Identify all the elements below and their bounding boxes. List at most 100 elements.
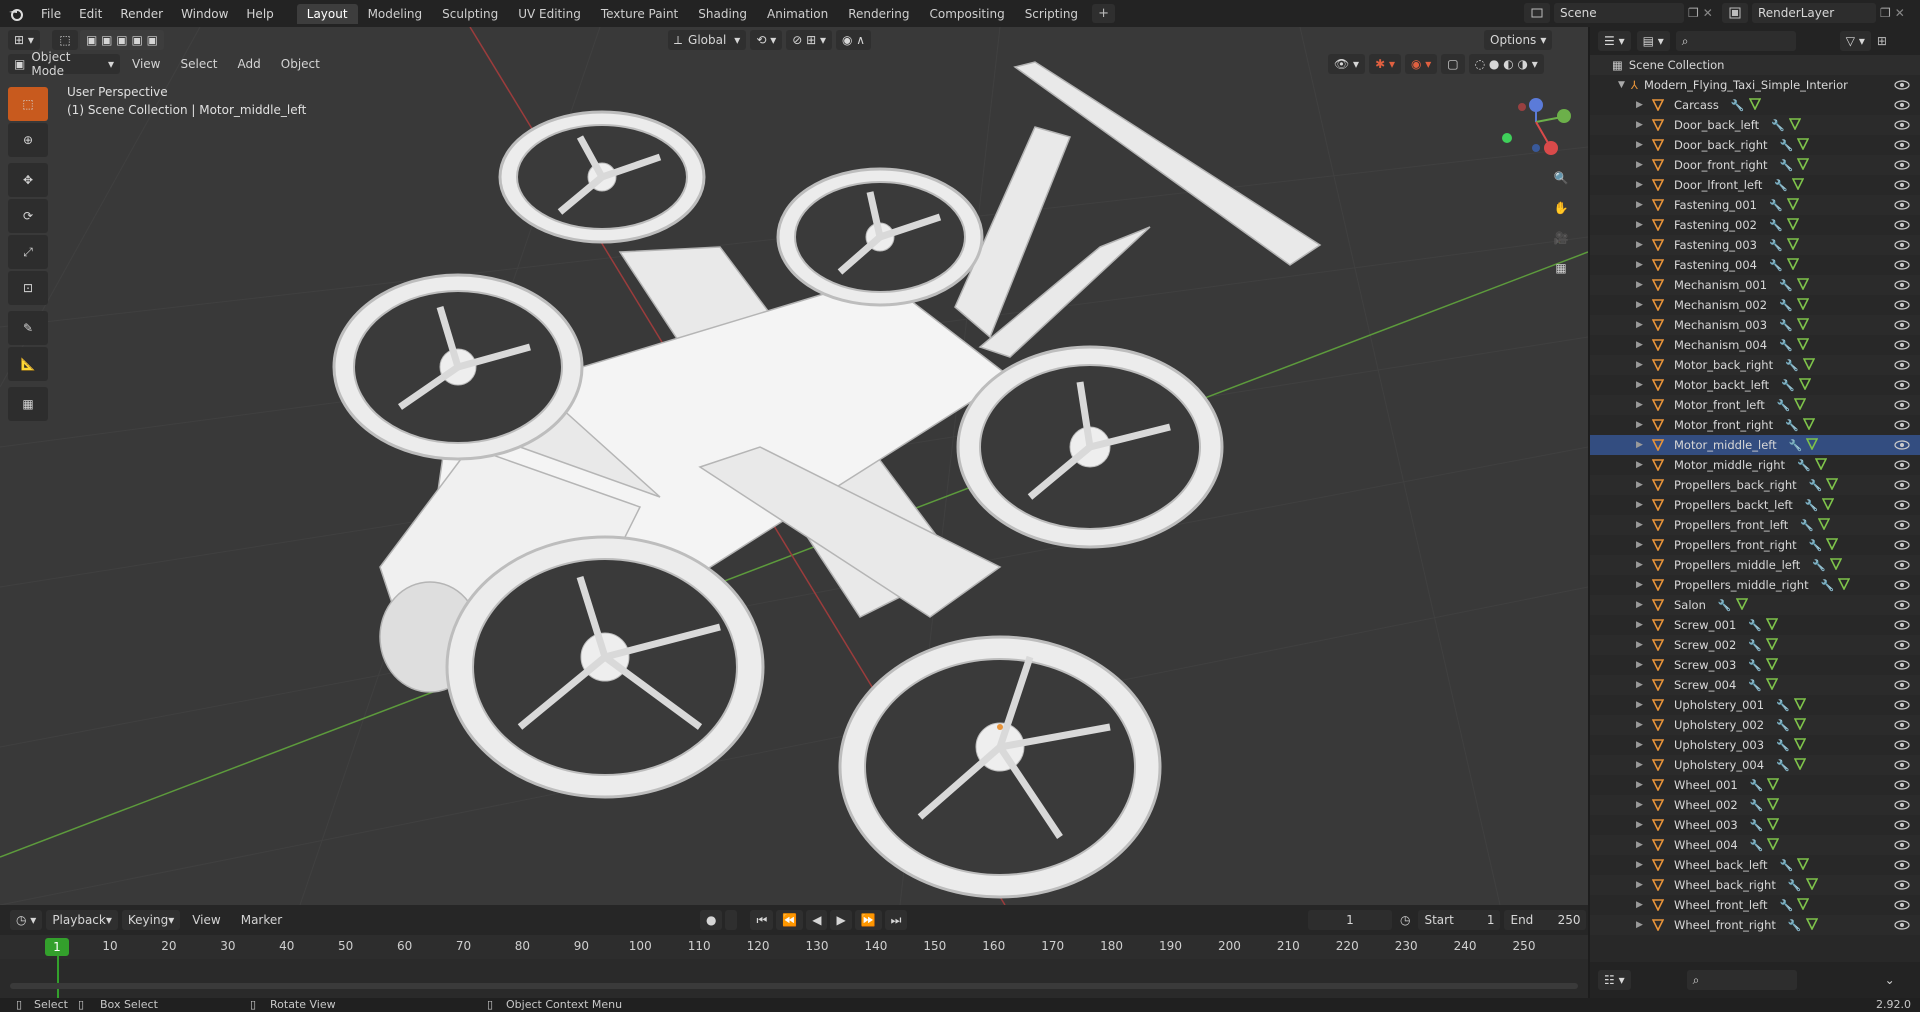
outliner-item-propellers-back-right[interactable]: ▶ Propellers_back_right 🔧 — [1590, 475, 1920, 495]
outliner-item-mechanism-001[interactable]: ▶ Mechanism_001 🔧 — [1590, 275, 1920, 295]
mesh-data-icon[interactable] — [1786, 237, 1799, 253]
current-frame-field[interactable]: 1 — [1308, 910, 1392, 930]
play-reverse-icon[interactable]: ◀ — [806, 910, 828, 930]
outliner-editor-type-button[interactable]: ☰ ▾ — [1598, 31, 1631, 51]
visibility-eye-icon[interactable] — [1894, 659, 1910, 671]
mesh-data-icon[interactable] — [1794, 397, 1807, 413]
proportional-edit-toggle[interactable]: ◉ ∧ — [836, 30, 872, 50]
outliner-item-propellers-backt-left[interactable]: ▶ Propellers_backt_left 🔧 — [1590, 495, 1920, 515]
expand-caret-icon[interactable]: ▶ — [1636, 600, 1646, 610]
chevron-down-icon[interactable]: ⌄ — [1885, 973, 1895, 987]
menu-help[interactable]: Help — [237, 7, 282, 21]
visibility-eye-icon[interactable] — [1894, 419, 1910, 431]
modifier-wrench-icon[interactable]: 🔧 — [1771, 119, 1785, 132]
modifier-wrench-icon[interactable]: 🔧 — [1779, 339, 1793, 352]
modifier-wrench-icon[interactable]: 🔧 — [1800, 519, 1814, 532]
snap-toggle[interactable]: ⊘ ⊞ ▾ — [786, 30, 832, 50]
view-layer-field[interactable]: RenderLayer — [1752, 3, 1876, 23]
scene-copy-icon[interactable]: ❐ — [1688, 6, 1699, 20]
outliner-item-fastening-004[interactable]: ▶ Fastening_004 🔧 — [1590, 255, 1920, 275]
pivot-point-dropdown[interactable]: ⟲ ▾ — [750, 30, 783, 50]
mesh-data-icon[interactable] — [1765, 617, 1779, 633]
mesh-data-icon[interactable] — [1796, 897, 1810, 913]
modifier-wrench-icon[interactable]: 🔧 — [1748, 639, 1762, 652]
visibility-eye-icon[interactable] — [1894, 319, 1910, 331]
visibility-dropdown[interactable]: 👁 ▾ — [1328, 54, 1366, 74]
filter-icon[interactable]: ▽ ▾ — [1839, 31, 1871, 51]
modifier-wrench-icon[interactable]: 🔧 — [1780, 159, 1794, 172]
expand-caret-icon[interactable]: ▶ — [1636, 160, 1646, 170]
outliner-item-motor-front-left[interactable]: ▶ Motor_front_left 🔧 — [1590, 395, 1920, 415]
visibility-eye-icon[interactable] — [1894, 579, 1910, 591]
move-tool-icon[interactable]: ✥ — [8, 163, 48, 197]
mesh-data-icon[interactable] — [1822, 497, 1835, 513]
current-frame-indicator[interactable]: 1 — [45, 938, 69, 956]
mesh-data-icon[interactable] — [1765, 677, 1779, 693]
modifier-wrench-icon[interactable]: 🔧 — [1776, 699, 1790, 712]
mesh-data-icon[interactable] — [1767, 777, 1780, 793]
mesh-data-icon[interactable] — [1793, 697, 1807, 713]
mesh-data-icon[interactable] — [1796, 337, 1810, 353]
display-mode-button[interactable]: ▤ ▾ — [1636, 31, 1670, 51]
modifier-wrench-icon[interactable]: 🔧 — [1797, 459, 1811, 472]
playback-menu[interactable]: Playback ▾ — [46, 910, 118, 930]
scene-collection-row[interactable]: ▦ Scene Collection — [1590, 55, 1920, 75]
outliner-item-salon[interactable]: ▶ Salon 🔧 — [1590, 595, 1920, 615]
modifier-wrench-icon[interactable]: 🔧 — [1774, 179, 1788, 192]
tab-sculpting[interactable]: Sculpting — [432, 4, 508, 24]
visibility-eye-icon[interactable] — [1894, 539, 1910, 551]
visibility-eye-icon[interactable] — [1894, 859, 1910, 871]
visibility-eye-icon[interactable] — [1894, 219, 1910, 231]
rotor-back-right[interactable] — [838, 635, 1162, 899]
expand-caret-icon[interactable]: ▶ — [1636, 880, 1646, 890]
shading-mode-buttons[interactable]: ◌ ● ◐ ◑ ▾ — [1468, 54, 1544, 74]
outliner-item-propellers-middle-right[interactable]: ▶ Propellers_middle_right 🔧 — [1590, 575, 1920, 595]
visibility-eye-icon[interactable] — [1894, 119, 1910, 131]
visibility-eye-icon[interactable] — [1894, 179, 1910, 191]
menu-file[interactable]: File — [32, 7, 70, 21]
mesh-data-icon[interactable] — [1748, 97, 1761, 113]
visibility-eye-icon[interactable] — [1894, 79, 1910, 91]
modifier-wrench-icon[interactable]: 🔧 — [1780, 139, 1794, 152]
visibility-eye-icon[interactable] — [1894, 159, 1910, 171]
collection-row[interactable]: ▼ ⅄ Modern_Flying_Taxi_Simple_Interior — [1590, 75, 1920, 95]
modifier-wrench-icon[interactable]: 🔧 — [1788, 919, 1802, 932]
mesh-data-icon[interactable] — [1793, 757, 1807, 773]
visibility-eye-icon[interactable] — [1894, 619, 1910, 631]
expand-caret-icon[interactable]: ▶ — [1636, 540, 1646, 550]
mesh-data-icon[interactable] — [1765, 637, 1779, 653]
expand-caret-icon[interactable]: ▶ — [1636, 660, 1646, 670]
expand-caret-icon[interactable]: ▶ — [1636, 420, 1646, 430]
tab-animation[interactable]: Animation — [757, 4, 838, 24]
new-collection-icon[interactable]: ⊞ — [1877, 34, 1887, 48]
visibility-eye-icon[interactable] — [1894, 699, 1910, 711]
mesh-data-icon[interactable] — [1767, 817, 1780, 833]
visibility-eye-icon[interactable] — [1894, 479, 1910, 491]
expand-caret-icon[interactable]: ▶ — [1636, 220, 1646, 230]
visibility-eye-icon[interactable] — [1894, 239, 1910, 251]
modifier-wrench-icon[interactable]: 🔧 — [1769, 219, 1783, 232]
expand-caret-icon[interactable]: ▶ — [1636, 820, 1646, 830]
playhead-line[interactable] — [57, 956, 59, 1000]
gizmo-toggle[interactable]: ✱ ▾ — [1369, 54, 1401, 74]
gizmo-x-icon[interactable] — [1544, 141, 1558, 155]
visibility-eye-icon[interactable] — [1894, 379, 1910, 391]
outliner-item-wheel-001[interactable]: ▶ Wheel_001 🔧 — [1590, 775, 1920, 795]
select-new-icon[interactable]: ▣ ▣ ▣ ▣ ▣ — [80, 30, 164, 50]
tab-modeling[interactable]: Modeling — [358, 4, 433, 24]
outliner-item-screw-003[interactable]: ▶ Screw_003 🔧 — [1590, 655, 1920, 675]
visibility-eye-icon[interactable] — [1894, 559, 1910, 571]
select-box-tool-icon[interactable]: ⬚ — [8, 87, 48, 121]
options-dropdown[interactable]: Options ▾ — [1484, 30, 1553, 50]
modifier-wrench-icon[interactable]: 🔧 — [1779, 319, 1793, 332]
view-layer-remove-icon[interactable]: ✕ — [1895, 6, 1905, 20]
outliner-item-upholstery-004[interactable]: ▶ Upholstery_004 🔧 — [1590, 755, 1920, 775]
menu-window[interactable]: Window — [172, 7, 237, 21]
mesh-data-icon[interactable] — [1805, 877, 1818, 893]
mesh-data-icon[interactable] — [1796, 137, 1810, 153]
expand-caret-icon[interactable]: ▶ — [1636, 300, 1646, 310]
mesh-data-icon[interactable] — [1735, 597, 1748, 613]
visibility-eye-icon[interactable] — [1894, 519, 1910, 531]
outliner-item-mechanism-003[interactable]: ▶ Mechanism_003 🔧 — [1590, 315, 1920, 335]
expand-caret-icon[interactable]: ▶ — [1636, 860, 1646, 870]
